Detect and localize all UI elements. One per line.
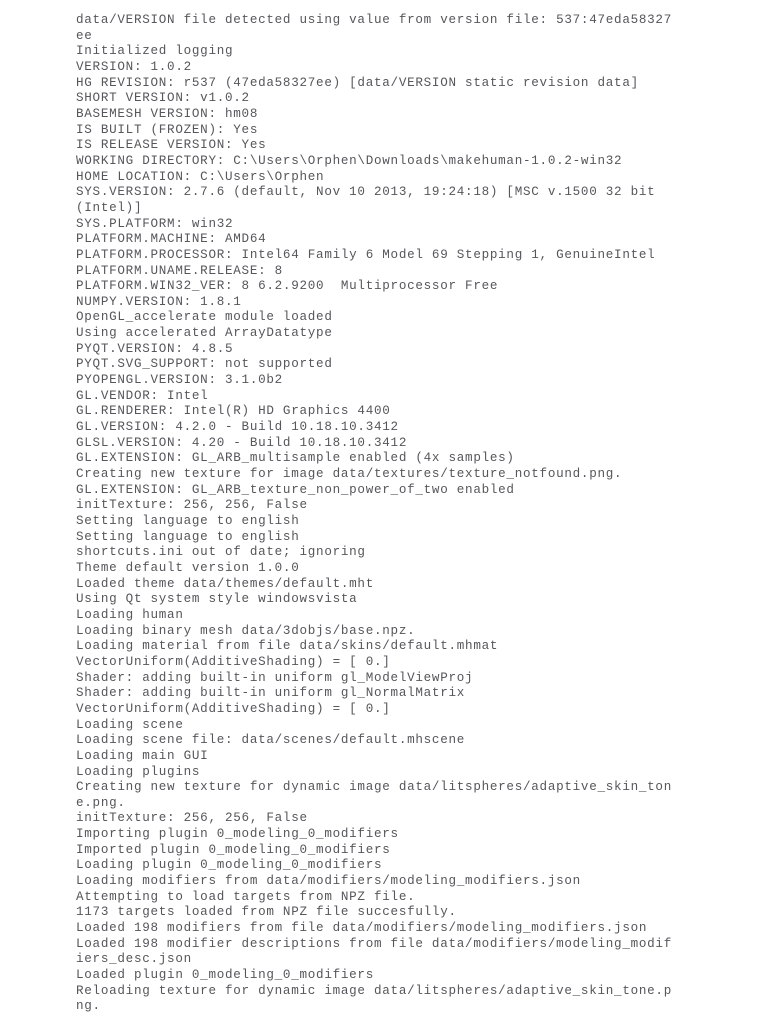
log-line: IS BUILT (FROZEN): Yes	[76, 122, 259, 137]
log-line: data/VERSION file detected using value f…	[76, 13, 672, 43]
log-line: HOME LOCATION: C:\Users\Orphen	[76, 169, 325, 184]
log-line: Importing plugin 0_modeling_0_modifiers	[76, 827, 399, 842]
log-line: Loading binary mesh data/3dobjs/base.npz…	[76, 623, 416, 638]
log-line: PLATFORM.WIN32_VER: 8 6.2.9200 Multiproc…	[76, 279, 499, 294]
log-line: GL.VERSION: 4.2.0 - Build 10.18.10.3412	[76, 420, 399, 435]
log-line: PYQT.SVG_SUPPORT: not supported	[76, 357, 333, 372]
log-line: Using accelerated ArrayDatatype	[76, 326, 333, 341]
log-line: Loading human	[76, 607, 184, 622]
log-line: VectorUniform(AdditiveShading) = [ 0.]	[76, 654, 391, 669]
log-line: initTexture: 256, 256, False	[76, 811, 308, 826]
log-line: 1173 targets loaded from NPZ file succes…	[76, 905, 457, 920]
log-line: Setting language to english	[76, 529, 300, 544]
log-line: Loading scene	[76, 717, 184, 732]
log-line: Loaded 198 modifiers from file data/modi…	[76, 921, 648, 936]
log-line: Creating new texture for image data/text…	[76, 467, 623, 482]
log-line-list: data/VERSION file detected using value f…	[76, 13, 676, 1015]
log-line: VectorUniform(AdditiveShading) = [ 0.]	[76, 701, 391, 716]
log-line: SYS.VERSION: 2.7.6 (default, Nov 10 2013…	[76, 185, 664, 215]
log-line: GL.EXTENSION: GL_ARB_multisample enabled…	[76, 451, 515, 466]
log-line: initTexture: 256, 256, False	[76, 498, 308, 513]
log-line: Shader: adding built-in uniform gl_Norma…	[76, 686, 466, 701]
log-line: PYOPENGL.VERSION: 3.1.0b2	[76, 373, 283, 388]
log-line: NUMPY.VERSION: 1.8.1	[76, 294, 242, 309]
log-line: Loading plugins	[76, 764, 201, 779]
log-line: VERSION: 1.0.2	[76, 59, 192, 74]
log-line: GL.RENDERER: Intel(R) HD Graphics 4400	[76, 404, 391, 419]
log-document-page: data/VERSION file detected using value f…	[0, 0, 768, 1024]
log-line: PLATFORM.MACHINE: AMD64	[76, 232, 267, 247]
log-line: GLSL.VERSION: 4.20 - Build 10.18.10.3412	[76, 435, 408, 450]
log-line: Loading material from file data/skins/de…	[76, 639, 499, 654]
log-line: IS RELEASE VERSION: Yes	[76, 138, 267, 153]
log-line: PYQT.VERSION: 4.8.5	[76, 341, 234, 356]
log-line: Loaded theme data/themes/default.mht	[76, 576, 374, 591]
log-line: Loading scene file: data/scenes/default.…	[76, 733, 466, 748]
log-line: Using Qt system style windowsvista	[76, 592, 358, 607]
log-line: Reloading texture for dynamic image data…	[76, 983, 672, 1014]
log-line: BASEMESH VERSION: hm08	[76, 106, 259, 121]
log-line: Creating new texture for dynamic image d…	[76, 780, 672, 810]
log-line: Setting language to english	[76, 514, 300, 528]
log-line: WORKING DIRECTORY: C:\Users\Orphen\Downl…	[76, 153, 623, 168]
log-line: Loaded 198 modifier descriptions from fi…	[76, 936, 672, 967]
log-line: Imported plugin 0_modeling_0_modifiers	[76, 842, 391, 857]
log-line: Loading plugin 0_modeling_0_modifiers	[76, 858, 383, 873]
log-line: Initialized logging	[76, 44, 234, 59]
log-line: PLATFORM.PROCESSOR: Intel64 Family 6 Mod…	[76, 247, 656, 262]
log-line: PLATFORM.UNAME.RELEASE: 8	[76, 263, 283, 278]
log-line: SYS.PLATFORM: win32	[76, 216, 234, 231]
log-line: SHORT VERSION: v1.0.2	[76, 91, 250, 106]
log-line: HG REVISION: r537 (47eda58327ee) [data/V…	[76, 75, 639, 90]
log-line: Loaded plugin 0_modeling_0_modifiers	[76, 968, 374, 983]
log-line: Loading main GUI	[76, 748, 209, 763]
log-line: Attempting to load targets from NPZ file…	[76, 889, 416, 904]
log-line: Loading modifiers from data/modifiers/mo…	[76, 874, 581, 889]
log-line: Shader: adding built-in uniform gl_Model…	[76, 670, 474, 685]
log-line: GL.EXTENSION: GL_ARB_texture_non_power_o…	[76, 482, 515, 497]
log-line: shortcuts.ini out of date; ignoring	[76, 545, 366, 560]
log-line: Theme default version 1.0.0	[76, 560, 300, 575]
log-line: OpenGL_accelerate module loaded	[76, 310, 333, 325]
log-line: GL.VENDOR: Intel	[76, 388, 209, 403]
